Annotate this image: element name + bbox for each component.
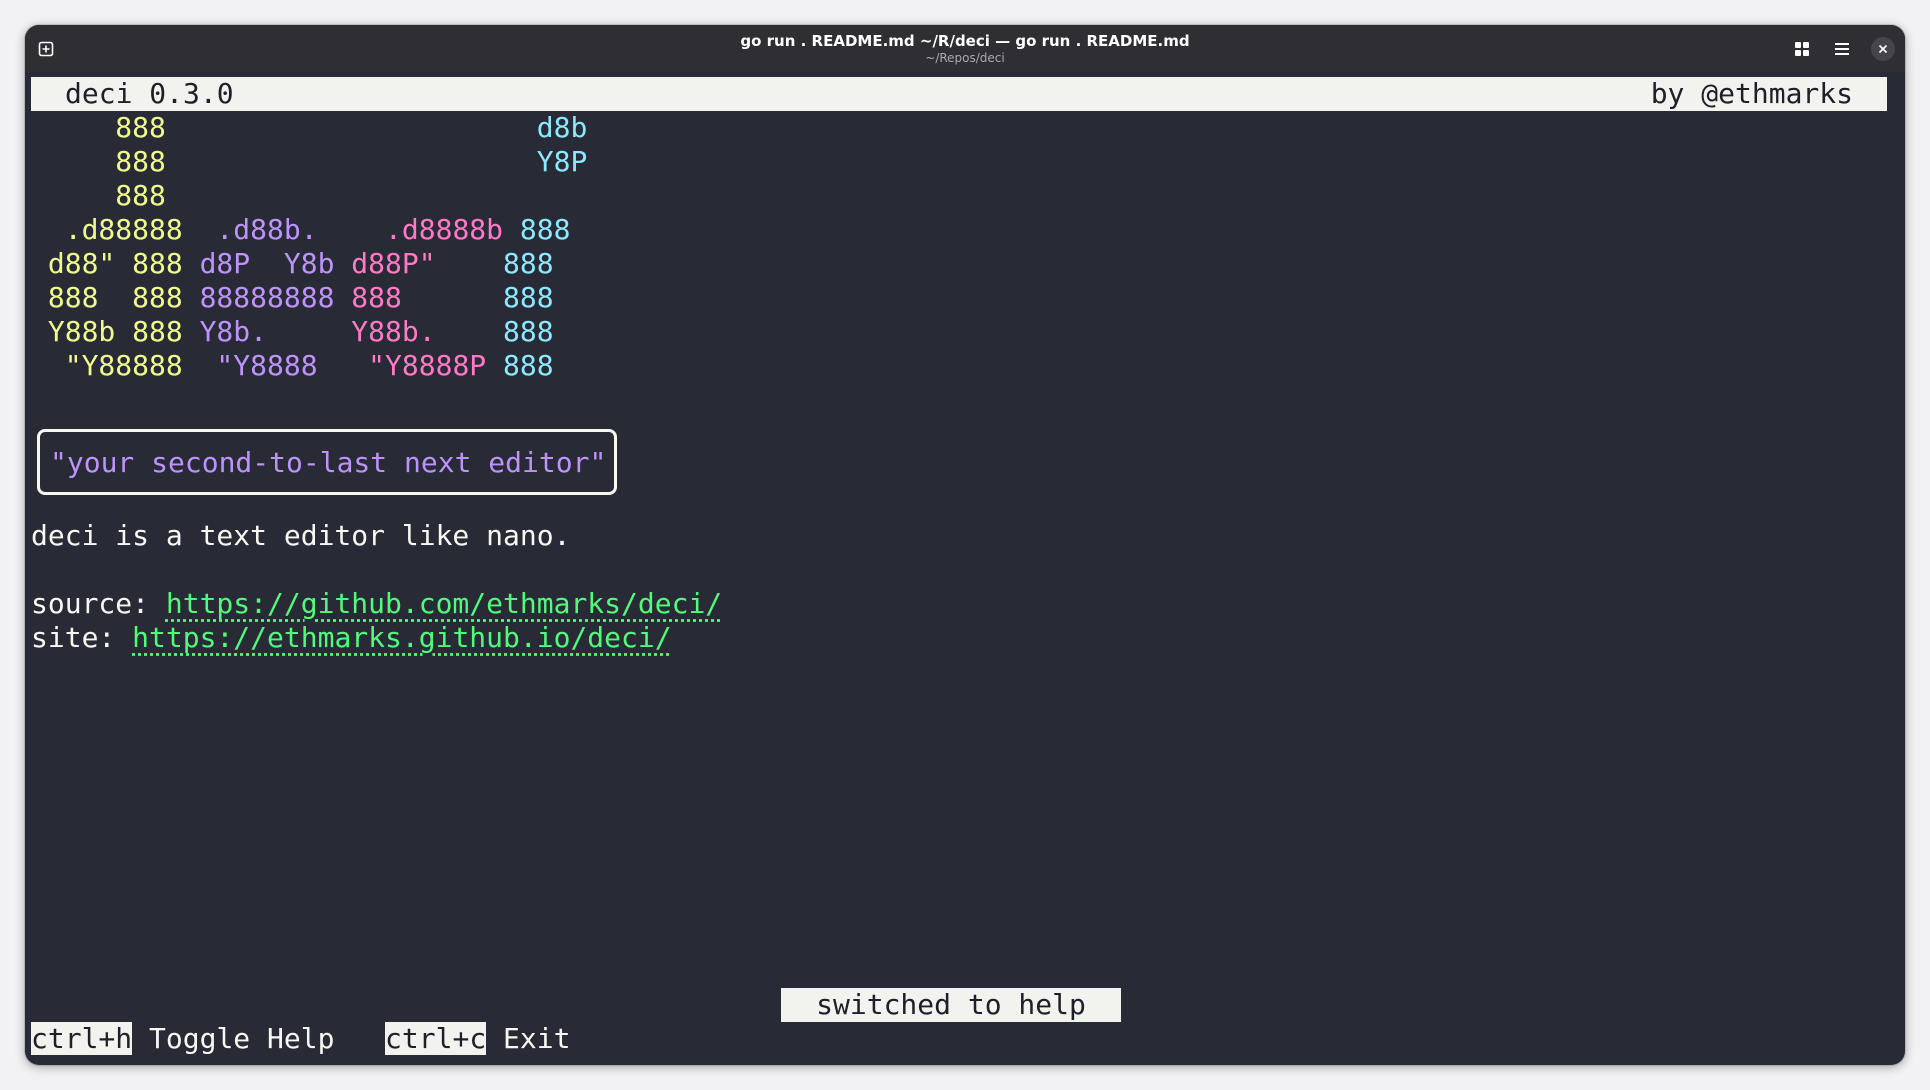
title-bar[interactable]: go run . README.md ~/R/deci — go run . R… [25,25,1905,72]
ascii-art-line: "Y88888 "Y8888 "Y8888P 888 [31,349,554,382]
tagline-box: "your second-to-last next editor" [37,429,617,495]
author-credit: by @ethmarks [1650,77,1853,110]
grid-view-icon [1795,42,1809,56]
shortcut-label-exit: Exit [503,1022,571,1055]
close-button[interactable] [1871,37,1895,61]
shortcut-label-help: Toggle Help [149,1022,335,1055]
app-version: deci 0.3.0 [65,77,234,110]
close-icon [1878,44,1888,54]
window-title: go run . README.md ~/R/deci — go run . R… [740,32,1190,50]
site-label: site: [31,621,133,654]
shortcut-key-help[interactable]: ctrl+h [31,1022,133,1055]
ascii-art-line: 888 [31,179,200,212]
description: deci is a text editor like nano. [31,519,571,552]
tagline: "your second-to-last next editor" [50,446,607,479]
editor-header: deci 0.3.0 by @ethmarks [31,77,1887,111]
shortcut-bar: ctrl+h Toggle Help ctrl+c Exit [31,1022,570,1056]
ascii-art-line: 888 888 88888888 888 888 [31,281,554,314]
ascii-art-line: 888 Y8P [31,145,588,178]
grid-view-button[interactable] [1788,35,1816,63]
source-label: source: [31,587,166,620]
site-link[interactable]: https://ethmarks.github.io/deci/ [132,621,671,654]
menu-button[interactable] [1828,35,1856,63]
ascii-art-line: .d88888 .d88b. .d8888b 888 [31,213,571,246]
site-line: site: https://ethmarks.github.io/deci/ [31,621,672,655]
ascii-art-line: Y88b 888 Y8b. Y88b. 888 [31,315,554,348]
window-subtitle: ~/Repos/deci [925,51,1005,65]
source-link[interactable]: https://github.com/ethmarks/deci/ [166,587,722,620]
menu-icon [1835,43,1849,55]
ascii-art-line: 888 d8b [31,111,588,144]
source-line: source: https://github.com/ethmarks/deci… [31,587,722,621]
shortcut-key-exit[interactable]: ctrl+c [385,1022,487,1055]
terminal-content[interactable]: deci 0.3.0 by @ethmarks 888 d8b 888 Y8P … [31,77,1899,1065]
terminal-window: go run . README.md ~/R/deci — go run . R… [25,25,1905,1065]
status-message: switched to help [781,988,1121,1022]
ascii-art-line: d88" 888 d8P Y8b d88P" 888 [31,247,554,280]
